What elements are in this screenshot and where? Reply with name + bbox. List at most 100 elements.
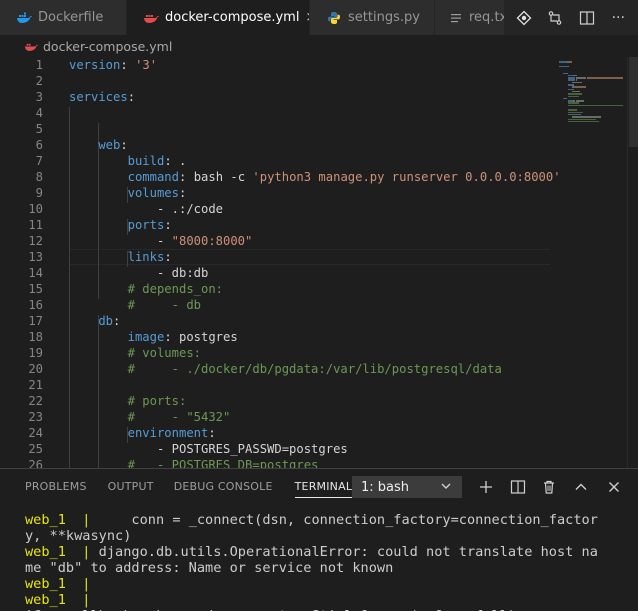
code-token: environment xyxy=(127,426,209,440)
code-line[interactable]: 24 environment: xyxy=(0,425,550,441)
code-token: : xyxy=(127,90,136,104)
editor-actions: ··· xyxy=(504,0,638,35)
line-number: 12 xyxy=(28,234,43,248)
minimap-line xyxy=(573,84,575,86)
tab-settings-py[interactable]: settings.py xyxy=(310,0,435,35)
code-token: : xyxy=(113,314,121,328)
code-line[interactable]: 20 # - ./docker/db/pgdata:/var/lib/postgr… xyxy=(0,361,550,377)
line-number: 2 xyxy=(35,74,43,88)
add-terminal-icon[interactable] xyxy=(476,477,496,497)
tab-req-txt[interactable]: req.txt xyxy=(435,0,505,35)
terminal-line-text: me "db" to address: Name or service not … xyxy=(25,560,394,576)
code-line[interactable]: 16 # - db xyxy=(0,297,550,313)
line-number: 17 xyxy=(28,314,43,328)
split-terminal-icon[interactable] xyxy=(508,477,528,497)
code-line[interactable]: 6 web: xyxy=(0,137,550,153)
code-token: '3' xyxy=(135,58,158,72)
trash-icon[interactable] xyxy=(539,477,559,497)
minimap-line xyxy=(567,95,579,97)
code-line[interactable]: 1 version: '3' xyxy=(0,57,550,73)
code-line[interactable]: 5 xyxy=(0,121,550,137)
tab-docker-compose[interactable]: docker-compose.yml × xyxy=(127,0,310,35)
code-line[interactable]: 22 # ports: xyxy=(0,393,550,409)
line-number: 4 xyxy=(35,106,43,120)
tab-debug-console[interactable]: DEBUG CONSOLE xyxy=(174,469,273,504)
code-token: # - "5432" xyxy=(127,410,231,424)
tab-dockerfile[interactable]: Dockerfile xyxy=(0,0,127,35)
code-line[interactable]: 14 - db:db xyxy=(0,265,550,281)
code-token: command xyxy=(127,170,179,184)
line-number: 20 xyxy=(28,362,43,376)
code-line[interactable]: 19 # volumes: xyxy=(0,345,550,361)
code-line[interactable]: 13 links: xyxy=(0,249,550,265)
line-number: 15 xyxy=(28,282,43,296)
terminal-line: web_1 | django.db.utils.OperationalError… xyxy=(25,544,625,560)
code-line[interactable]: 2 xyxy=(0,73,550,89)
line-text: environment: xyxy=(128,425,216,441)
source-control-icon[interactable] xyxy=(545,8,565,28)
minimap-line xyxy=(567,120,599,123)
code-line[interactable]: 12 - "8000:8000" xyxy=(0,233,550,249)
code-line[interactable]: 25 - POSTGRES_PASSWD=postgres xyxy=(0,441,550,457)
terminal-line-prefix: web_1 | xyxy=(25,592,91,608)
code-line[interactable]: 11 ports: xyxy=(0,217,550,233)
git-compare-icon[interactable] xyxy=(514,8,534,28)
code-line[interactable]: 23 # - "5432" xyxy=(0,409,550,425)
terminal-line: web_1 | xyxy=(25,592,625,608)
code-line[interactable]: 21 xyxy=(0,377,550,393)
code-token: bash -c xyxy=(193,170,253,184)
line-number: 5 xyxy=(35,122,43,136)
minimap-line xyxy=(559,61,567,63)
code-line[interactable]: 8 command: bash -c 'python3 manage.py run… xyxy=(0,169,561,185)
code-line[interactable]: 15 # depends_on: xyxy=(0,281,550,297)
code-editor[interactable]: 1 version: '3' 2 3 services: 4 5 6 web: 7 build: .… xyxy=(0,57,638,468)
tab-output[interactable]: OUTPUT xyxy=(108,469,154,504)
line-number: 9 xyxy=(35,186,43,200)
line-number: 8 xyxy=(35,170,43,184)
code-token: : xyxy=(179,186,187,200)
split-editor-icon[interactable] xyxy=(577,8,597,28)
tab-terminal[interactable]: TERMINAL xyxy=(294,469,353,504)
code-line[interactable]: 9 volumes: xyxy=(0,185,550,201)
code-token: services xyxy=(69,90,128,104)
minimap-line xyxy=(573,74,577,77)
line-number: 1 xyxy=(35,58,43,72)
line-text: - .:/code xyxy=(157,201,223,217)
minimap-line xyxy=(586,77,623,79)
terminal-output[interactable]: web_1 | conn = _connect(dsn, connection_… xyxy=(25,512,625,611)
breadcrumb-file[interactable]: docker-compose.yml xyxy=(43,39,172,54)
line-number: 18 xyxy=(28,330,43,344)
code-line[interactable]: 26 # - POSTGRES_DB=postgres xyxy=(0,457,550,468)
terminal-select[interactable]: 1: bash xyxy=(352,476,462,498)
tab-problems[interactable]: PROBLEMS xyxy=(25,469,87,504)
editor-scrollbar[interactable] xyxy=(627,57,638,468)
code-token: "8000:8000" xyxy=(171,234,253,248)
line-text: db: xyxy=(98,313,120,329)
minimap[interactable] xyxy=(553,57,627,468)
code-line[interactable]: 3 services: xyxy=(0,89,550,105)
code-line[interactable]: 7 build: . xyxy=(0,153,550,169)
code-line[interactable]: 4 xyxy=(0,105,550,121)
line-text: build: . xyxy=(128,153,187,169)
minimap-line xyxy=(567,113,580,116)
code-area[interactable]: 1 version: '3' 2 3 services: 4 5 6 web: 7 build: .… xyxy=(0,57,561,468)
scrollbar-thumb[interactable] xyxy=(629,57,638,147)
line-number: 24 xyxy=(28,426,43,440)
more-actions-icon[interactable]: ··· xyxy=(608,8,628,28)
minimap-line xyxy=(567,104,623,107)
code-token: # volumes: xyxy=(127,346,201,360)
code-line[interactable]: 17 db: xyxy=(0,313,550,329)
close-panel-icon[interactable] xyxy=(604,477,624,497)
line-text: # - POSTGRES_DB=postgres xyxy=(128,457,319,468)
line-number: 22 xyxy=(28,394,43,408)
code-line[interactable]: 10 - .:/code xyxy=(0,201,550,217)
code-token: : xyxy=(164,218,172,232)
code-line[interactable]: 18 image: postgres xyxy=(0,329,550,345)
minimap-line xyxy=(566,72,568,74)
minimap-line xyxy=(567,65,569,68)
line-text: web: xyxy=(98,137,127,153)
minimap-line xyxy=(567,77,576,79)
line-number: 7 xyxy=(35,154,43,168)
maximize-panel-icon[interactable] xyxy=(571,477,591,497)
line-number: 23 xyxy=(28,410,43,424)
